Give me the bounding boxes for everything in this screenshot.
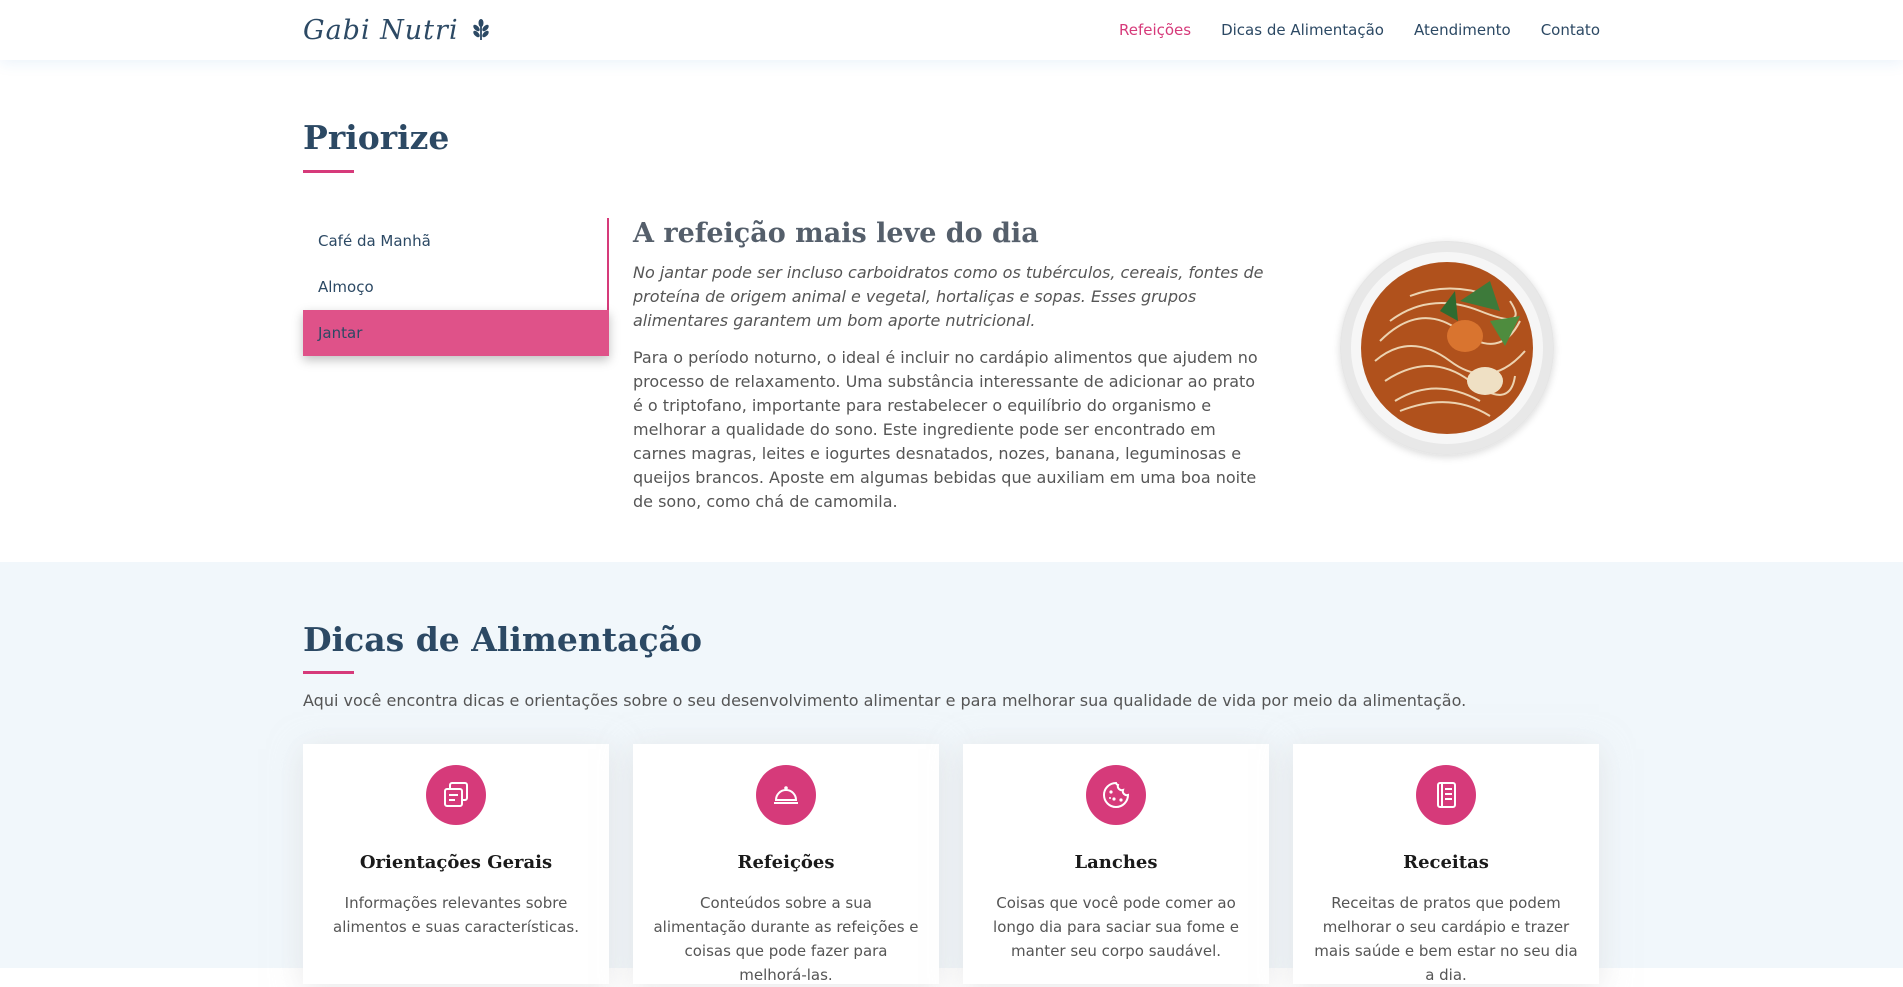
priorize-underline [303, 170, 354, 173]
card-title: Receitas [1403, 852, 1489, 873]
card-icon-circle [1416, 765, 1476, 825]
tab-lead-text: No jantar pode ser incluso carboidratos … [633, 263, 1264, 330]
meal-tabs: Café da Manhã Almoço Jantar [303, 218, 609, 356]
card-text: Coisas que você pode comer ao longo dia … [993, 894, 1239, 960]
nav-contato[interactable]: Contato [1541, 21, 1600, 39]
dicas-underline [303, 671, 354, 674]
card-text: Conteúdos sobre a sua alimentação durant… [653, 894, 919, 984]
nav-dicas[interactable]: Dicas de Alimentação [1221, 21, 1384, 39]
tab-body-text: Para o período noturno, o ideal é inclui… [633, 348, 1258, 511]
tab-heading: A refeição mais leve do dia [633, 218, 1039, 249]
card-title: Orientações Gerais [359, 852, 553, 873]
nav-refeicoes[interactable]: Refeições [1119, 21, 1191, 39]
tab-jantar[interactable]: Jantar [303, 310, 609, 356]
cookie-icon [1103, 781, 1130, 808]
logo[interactable]: Gabi Nutri [303, 12, 493, 48]
journal-icon [1437, 782, 1456, 808]
card-icon-circle [756, 765, 816, 825]
card-text: Receitas de pratos que podem melhorar o … [1314, 894, 1578, 984]
cloche-icon [774, 786, 798, 804]
card-refeicoes[interactable]: Refeições Conteúdos sobre a sua alimenta… [633, 744, 939, 984]
leaf-icon [472, 19, 489, 40]
card-lanches[interactable]: Lanches Coisas que você pode comer ao lo… [963, 744, 1269, 984]
site-header: Gabi Nutri Refeições Dicas de Alimentaçã… [0, 0, 1903, 60]
card-text: Informações relevantes sobre alimentos e… [333, 894, 579, 936]
card-receitas[interactable]: Receitas Receitas de pratos que podem me… [1293, 744, 1599, 984]
card-icon-circle [1086, 765, 1146, 825]
tab-cafe-da-manha[interactable]: Café da Manhã [303, 218, 607, 264]
dicas-title: Dicas de Alimentação [303, 620, 702, 659]
nav-atendimento[interactable]: Atendimento [1414, 21, 1511, 39]
tab-almoco[interactable]: Almoço [303, 264, 607, 310]
card-orientacoes-gerais[interactable]: Orientações Gerais Informações relevante… [303, 744, 609, 984]
card-icon-circle [426, 765, 486, 825]
documents-icon [444, 782, 468, 807]
soup-illustration [1341, 242, 1553, 454]
tab-content: A refeição mais leve do dia No jantar po… [633, 218, 1268, 514]
card-title: Refeições [737, 852, 835, 873]
dicas-description: Aqui você encontra dicas e orientações s… [303, 691, 1467, 710]
main-nav: Refeições Dicas de Alimentação Atendimen… [1089, 0, 1600, 60]
card-title: Lanches [1074, 852, 1158, 873]
priorize-title: Priorize [303, 118, 450, 157]
dicas-section [0, 562, 1903, 968]
soup-bowl-image [1340, 241, 1554, 455]
logo-text: Gabi Nutri [303, 14, 459, 46]
